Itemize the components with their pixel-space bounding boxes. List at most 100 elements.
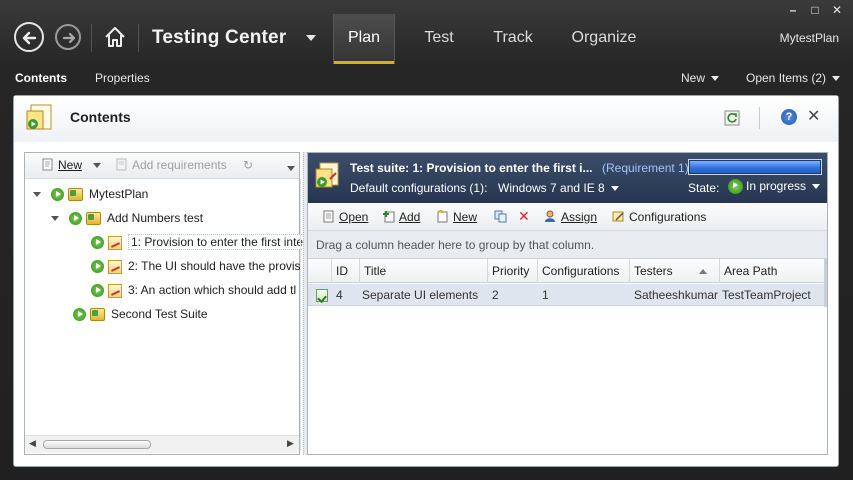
configurations-button[interactable]: Configurations [612, 210, 706, 224]
open-label: Open [339, 210, 369, 224]
horizontal-scrollbar[interactable]: ◀ ▶ [25, 435, 299, 453]
open-items-label: Open Items (2) [746, 71, 827, 85]
home-icon [105, 27, 125, 47]
tree-node-requirement[interactable]: 2: The UI should have the provis [91, 255, 301, 277]
assign-label: Assign [561, 210, 598, 224]
forward-button[interactable] [55, 24, 81, 50]
run-status-icon [51, 188, 64, 202]
open-button[interactable]: Open [322, 210, 368, 224]
tab-track[interactable]: Track [484, 14, 542, 64]
configurations-icon [612, 211, 624, 222]
new-test-case-button[interactable]: New [436, 210, 477, 224]
cell-testers: Satheeshkumar [634, 288, 719, 302]
refresh-tree-icon[interactable]: ↻ [243, 158, 253, 172]
cell-priority: 2 [492, 288, 499, 302]
suite-detail-pane: Test suite: 1: Provision to enter the fi… [307, 152, 828, 455]
tab-organize[interactable]: Organize [564, 14, 644, 64]
state-label: State: [688, 181, 720, 195]
tab-test[interactable]: Test [414, 14, 464, 64]
nav-divider [91, 24, 92, 52]
group-by-area[interactable]: Drag a column header here to group by th… [308, 231, 827, 259]
assign-button[interactable]: Assign [544, 210, 597, 224]
tree-node-label: 3: An action which should add tl [128, 283, 297, 297]
requirement-icon [116, 158, 127, 171]
collapse-icon[interactable] [51, 216, 59, 222]
header-divider [759, 107, 760, 129]
requirement-suite-icon [108, 283, 122, 298]
chevron-down-icon[interactable] [306, 35, 316, 41]
close-panel-button[interactable]: ✕ [807, 106, 820, 126]
grid-header-icon-col [308, 259, 332, 283]
add-label: Add [399, 210, 421, 224]
state-value: In progress [746, 179, 807, 193]
column-header-id[interactable]: ID [332, 259, 360, 283]
scrollbar-thumb[interactable] [43, 440, 151, 449]
run-status-icon [73, 308, 86, 322]
tree-node-label: Add Numbers test [107, 211, 204, 225]
sub-navigation: Contents Properties New Open Items (2) [0, 64, 853, 92]
cell-title: Separate UI elements [362, 288, 479, 302]
chevron-down-icon[interactable] [287, 161, 295, 175]
new-suite-label: New [58, 158, 83, 172]
subtab-contents[interactable]: Contents [15, 71, 67, 85]
scroll-right-icon[interactable]: ▶ [287, 438, 294, 449]
cell-id: 4 [336, 288, 343, 302]
user-link[interactable]: MytestPlan [780, 31, 839, 45]
home-button[interactable] [102, 24, 128, 50]
suite-progress-bar [688, 159, 822, 175]
test-case-toolbar: Open Add New ✕ Assign Configurations [308, 203, 827, 231]
column-header-priority[interactable]: Priority [488, 259, 538, 283]
new-menu[interactable]: New [681, 71, 720, 85]
column-header-title[interactable]: Title [360, 259, 488, 283]
scroll-left-icon[interactable]: ◀ [29, 438, 36, 449]
state-dropdown[interactable]: In progress [728, 179, 821, 195]
back-arrow-icon [22, 31, 37, 45]
column-header-testers-label: Testers [634, 264, 673, 278]
app-window: – □ ✕ Testing Center Plan Test Track Org… [0, 0, 853, 480]
new-document-icon [42, 158, 53, 171]
cell-configurations: 1 [542, 288, 549, 302]
new-menu-label: New [681, 71, 706, 85]
tree-node-suite[interactable]: Second Test Suite [73, 303, 208, 325]
requirement-link[interactable]: (Requirement 1) [602, 161, 689, 175]
subtab-properties[interactable]: Properties [95, 71, 150, 85]
add-requirements-button[interactable]: Add requirements [115, 158, 227, 172]
column-header-area-path[interactable]: Area Path [720, 259, 827, 283]
default-configurations-label: Default configurations (1): [350, 181, 488, 195]
chevron-down-icon [832, 76, 841, 82]
open-items-menu[interactable]: Open Items (2) [746, 71, 841, 85]
tab-plan[interactable]: Plan [333, 14, 395, 64]
panel-title: Contents [70, 109, 131, 125]
test-suite-icon [68, 188, 83, 202]
help-icon[interactable]: ? [781, 109, 797, 125]
configuration-dropdown[interactable]: Windows 7 and IE 8 [498, 181, 619, 195]
new-test-case-icon [437, 210, 448, 223]
refresh-icon[interactable] [724, 110, 740, 126]
test-plan-icon [26, 104, 52, 130]
new-suite-button[interactable]: New [41, 158, 102, 172]
back-button[interactable] [14, 22, 44, 52]
test-suite-icon [86, 212, 101, 226]
tree-node-label: 1: Provision to enter the first inte [128, 234, 307, 250]
panel-header: Contents ? ✕ [14, 96, 838, 142]
tree-node-requirement[interactable]: 1: Provision to enter the first inte [91, 231, 307, 253]
remove-icon[interactable]: ✕ [518, 208, 530, 225]
table-row[interactable]: 4 Separate UI elements 2 1 Satheeshkumar… [308, 284, 827, 306]
configurations-label: Configurations [629, 210, 707, 224]
tree-node-requirement[interactable]: 3: An action which should add tl [91, 279, 296, 301]
tree-node-suite[interactable]: Add Numbers test [51, 207, 203, 229]
assign-user-icon [545, 210, 555, 222]
tree-toolbar: New Add requirements ↻ [25, 153, 299, 179]
navigation-bar: Testing Center Plan Test Track Organize … [0, 14, 853, 64]
column-header-testers[interactable]: Testers [630, 259, 720, 283]
grid-vertical-scrollbar[interactable] [824, 259, 827, 307]
collapse-icon[interactable] [33, 192, 41, 198]
test-case-icon [316, 284, 328, 306]
tree-node-plan[interactable]: MytestPlan [33, 183, 148, 205]
copy-icon[interactable] [494, 210, 511, 224]
add-button[interactable]: Add [382, 210, 420, 224]
chevron-down-icon [610, 186, 619, 192]
column-header-configurations[interactable]: Configurations [538, 259, 630, 283]
sort-ascending-icon [698, 269, 707, 275]
run-status-icon [69, 212, 82, 226]
